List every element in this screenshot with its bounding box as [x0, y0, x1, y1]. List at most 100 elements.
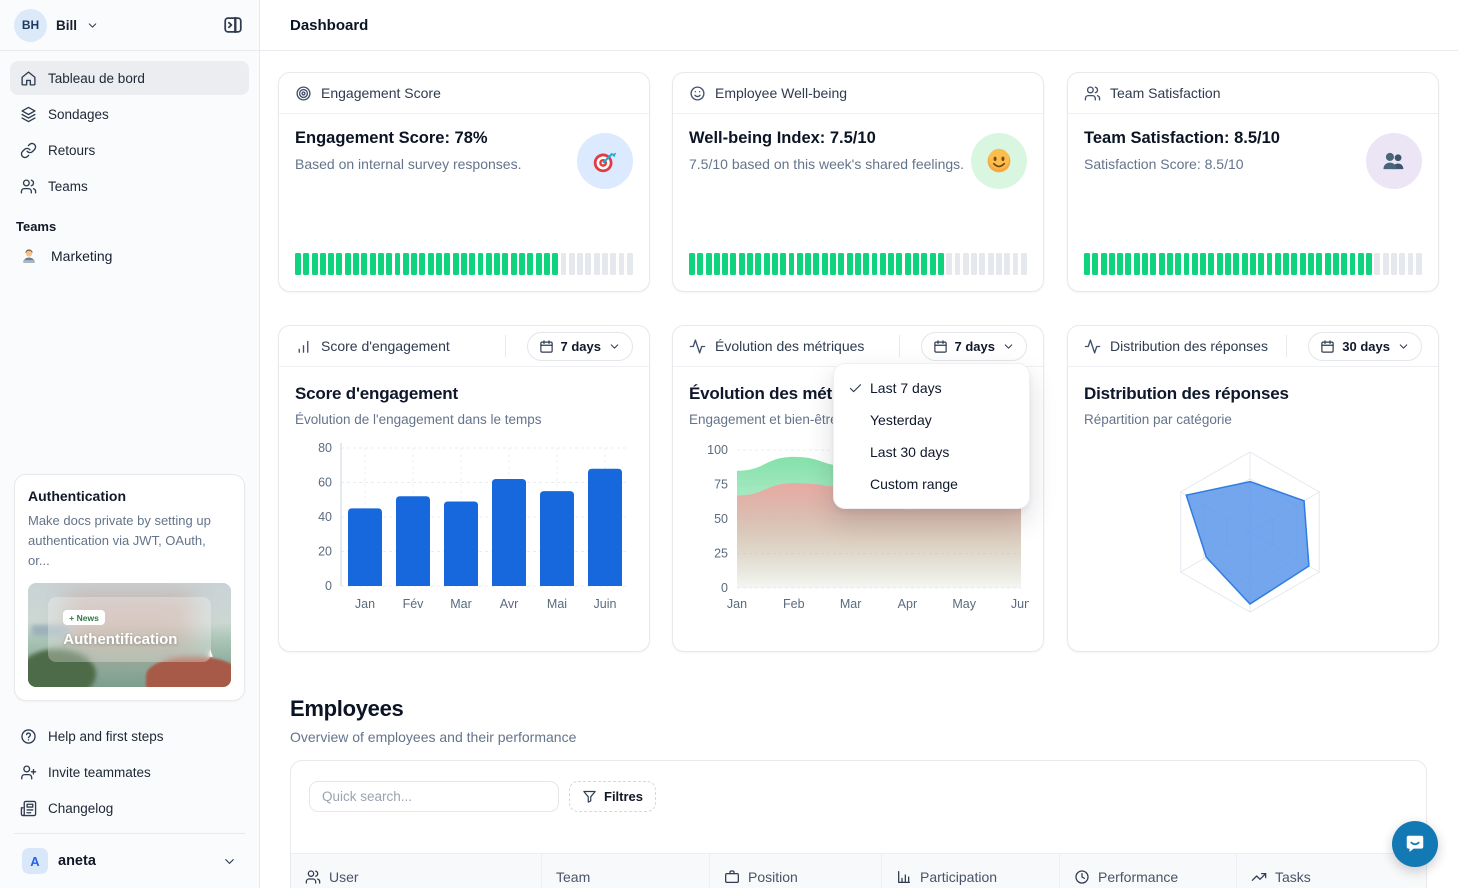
chat-bubble-icon [1404, 833, 1426, 855]
promo-overlay-card: + News Authentification [48, 597, 210, 663]
chat-launcher-button[interactable] [1392, 821, 1438, 867]
chart-title: Distribution des réponses [1084, 384, 1422, 404]
chart-card-response-distribution: Distribution des réponses 30 days Distri… [1067, 325, 1439, 652]
team-item-label: Marketing [51, 248, 112, 264]
chart-panel-label: Score d'engagement [321, 338, 450, 354]
menu-item-yesterday[interactable]: Yesterday [840, 404, 1023, 436]
sidebar: BH Bill Tableau de bord Sondages Retours [0, 0, 260, 888]
sidebar-item-help[interactable]: Help and first steps [10, 719, 249, 753]
chevron-down-icon [608, 340, 621, 353]
column-label: User [329, 869, 359, 885]
news-badge: + News [63, 610, 105, 625]
range-label: 7 days [955, 339, 995, 354]
sidebar-item-feedback[interactable]: Retours [10, 133, 249, 167]
filters-label: Filtres [604, 789, 643, 804]
employees-subtitle: Overview of employees and their performa… [290, 729, 576, 745]
radar-chart [1084, 436, 1424, 626]
workspace-switcher[interactable]: A aneta [10, 842, 249, 888]
range-label: 7 days [561, 339, 601, 354]
chevron-down-icon [1397, 340, 1410, 353]
sidebar-item-dashboard[interactable]: Tableau de bord [10, 61, 249, 95]
svg-text:Jan: Jan [727, 597, 747, 611]
stat-subtitle: 7.5/10 based on this week's shared feeli… [689, 156, 964, 172]
column-label: Participation [920, 869, 997, 885]
employees-title: Employees [290, 696, 403, 722]
smiling-face-emoji [985, 147, 1013, 175]
svg-text:Apr: Apr [898, 597, 917, 611]
briefcase-icon [724, 869, 740, 885]
column-header-user: User [291, 854, 541, 888]
svg-text:75: 75 [714, 478, 728, 492]
range-selector-button[interactable]: 7 days [921, 332, 1027, 361]
menu-item-label: Custom range [870, 476, 958, 492]
sidebar-item-label: Sondages [48, 107, 109, 122]
stat-card-header: Engagement Score [279, 73, 649, 114]
promo-card-authentication[interactable]: Authentication Make docs private by sett… [14, 474, 245, 701]
stat-title: Engagement Score: 78% [295, 129, 521, 148]
sidebar-item-label: Changelog [48, 801, 113, 816]
divider [505, 335, 506, 357]
sidebar-item-invite[interactable]: Invite teammates [10, 755, 249, 789]
range-label: 30 days [1342, 339, 1390, 354]
sidebar-item-label: Invite teammates [48, 765, 151, 780]
topbar: Dashboard [260, 0, 1458, 51]
chevron-down-icon [86, 19, 99, 32]
svg-text:Avr: Avr [500, 597, 519, 611]
engagement-progress-bar [295, 253, 633, 275]
divider [899, 335, 900, 357]
menu-item-last-7-days[interactable]: Last 7 days [840, 372, 1023, 404]
help-circle-icon [20, 728, 37, 745]
svg-text:20: 20 [318, 545, 332, 559]
svg-text:Juin: Juin [594, 597, 617, 611]
stat-card-engagement: Engagement Score Engagement Score: 78% B… [278, 72, 650, 292]
chart-body: Score d'engagement Évolution de l'engage… [279, 367, 649, 626]
calendar-icon [1320, 339, 1335, 354]
dart-emoji [590, 146, 620, 176]
promo-title: Authentication [28, 488, 231, 504]
divider [14, 833, 245, 834]
funnel-icon [582, 789, 597, 804]
menu-item-label: Last 30 days [870, 444, 949, 460]
calendar-icon [933, 339, 948, 354]
avatar[interactable]: BH [14, 9, 47, 42]
filters-button[interactable]: Filtres [569, 781, 656, 812]
svg-text:Mai: Mai [547, 597, 567, 611]
sidebar-item-label: Help and first steps [48, 729, 164, 744]
sidebar-item-label: Tableau de bord [48, 71, 145, 86]
menu-item-last-30-days[interactable]: Last 30 days [840, 436, 1023, 468]
svg-text:100: 100 [707, 443, 728, 457]
chart-panel-label: Évolution des métriques [715, 338, 864, 354]
range-selector-button[interactable]: 7 days [527, 332, 633, 361]
svg-text:Jun: Jun [1011, 597, 1029, 611]
sidebar-item-surveys[interactable]: Sondages [10, 97, 249, 131]
collapse-sidebar-button[interactable] [219, 11, 247, 39]
divider [1286, 335, 1287, 357]
svg-text:60: 60 [318, 476, 332, 490]
user-name[interactable]: Bill [56, 18, 77, 33]
users-icon [305, 869, 321, 885]
search-input[interactable] [309, 781, 559, 812]
layers-icon [20, 106, 37, 123]
sidebar-item-changelog[interactable]: Changelog [10, 791, 249, 825]
chart-card-header: Score d'engagement 7 days [279, 326, 649, 367]
employees-table-card: Filtres User Team [290, 760, 1427, 888]
stat-subtitle: Satisfaction Score: 8.5/10 [1084, 156, 1280, 172]
sidebar-item-marketing[interactable]: Marketing [0, 238, 259, 274]
promo-caption: Authentification [63, 631, 177, 648]
column-label: Team [556, 869, 590, 885]
column-header-performance: Performance [1059, 854, 1236, 888]
chart-subtitle: Évolution de l'engagement dans le temps [295, 412, 633, 427]
range-selector-button[interactable]: 30 days [1308, 332, 1422, 361]
main-area: Dashboard Engagement Score Engagement Sc… [260, 0, 1458, 888]
table-header-row: User Team Position [291, 853, 1426, 888]
technologist-emoji [20, 247, 38, 265]
svg-text:50: 50 [714, 512, 728, 526]
chevron-down-icon [222, 854, 237, 869]
sidebar-item-teams[interactable]: Teams [10, 169, 249, 203]
chart-card-header: Distribution des réponses 30 days [1068, 326, 1438, 367]
menu-item-custom-range[interactable]: Custom range [840, 468, 1023, 500]
stat-card-header-label: Engagement Score [321, 85, 441, 101]
page-title: Dashboard [290, 17, 368, 34]
stat-card-header: Team Satisfaction [1068, 73, 1438, 114]
bar-chart: 020406080JanFévMarAvrMaiJuin [295, 436, 635, 621]
